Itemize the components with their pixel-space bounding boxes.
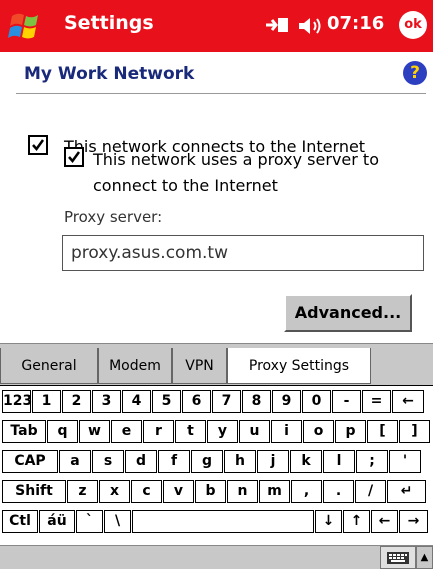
key-10-row2[interactable]: p <box>335 420 366 443</box>
key-5-row1[interactable]: 5 <box>152 390 181 413</box>
key-9-row4[interactable]: . <box>323 480 354 503</box>
key-9-row1[interactable]: 9 <box>272 390 301 413</box>
key-7-row3[interactable]: j <box>257 450 289 473</box>
proxy-checkbox-label[interactable]: This network uses a proxy server to conn… <box>93 147 413 199</box>
key-0-row1[interactable]: 123 <box>2 390 32 413</box>
key-3-row1[interactable]: 3 <box>92 390 121 413</box>
key-4-row2[interactable]: r <box>143 420 174 443</box>
proxy-server-input[interactable]: proxy.asus.com.tw <box>62 235 424 271</box>
key-7-row1[interactable]: 7 <box>212 390 241 413</box>
key-1-row3[interactable]: a <box>59 450 91 473</box>
tab-modem[interactable]: Modem <box>98 348 172 384</box>
key-5-row5[interactable]: ↓ <box>315 510 342 533</box>
title-bar: Settings 07:16 ok <box>0 0 433 52</box>
network-connectivity-icon[interactable] <box>262 12 292 38</box>
key-2-row2[interactable]: w <box>79 420 110 443</box>
key-8-row1[interactable]: 8 <box>242 390 271 413</box>
key-6-row2[interactable]: y <box>207 420 238 443</box>
key-3-row3[interactable]: d <box>125 450 157 473</box>
tab-vpn[interactable]: VPN <box>172 348 227 384</box>
proxy-checkbox[interactable] <box>64 147 84 167</box>
tab-general[interactable]: General <box>0 348 98 384</box>
key-4-row1[interactable]: 4 <box>122 390 151 413</box>
app-title: Settings <box>64 12 154 34</box>
menu-bar: ▲ <box>0 545 433 569</box>
key-13-row1[interactable]: ← <box>392 390 424 413</box>
soft-keyboard: 123 1 2 3 4 5 6 7 8 9 0- = ← Tab q w e r t y u i o p[] CAP a s d f g h… <box>0 385 433 546</box>
key-2-row3[interactable]: s <box>92 450 124 473</box>
tab-proxy-settings[interactable]: Proxy Settings <box>227 348 371 384</box>
space-key[interactable] <box>132 510 314 533</box>
page-header: My Work Network ? <box>0 52 433 92</box>
page-title: My Work Network <box>24 64 195 84</box>
tab-bar: General Modem VPN Proxy Settings <box>0 343 433 386</box>
key-5-row4[interactable]: b <box>195 480 226 503</box>
key-0-row4[interactable]: Shift <box>2 480 66 503</box>
key-0-row2[interactable]: Tab <box>2 420 46 443</box>
key-1-row2[interactable]: q <box>47 420 78 443</box>
key-1-row4[interactable]: z <box>67 480 98 503</box>
key-7-row2[interactable]: u <box>239 420 270 443</box>
key-0-row5[interactable]: Ctl <box>2 510 38 533</box>
key-2-row4[interactable]: x <box>99 480 130 503</box>
speaker-icon[interactable] <box>296 14 326 38</box>
help-icon[interactable]: ? <box>403 61 427 85</box>
key-1-row5[interactable]: áü <box>39 510 75 533</box>
key-10-row3[interactable]: ; <box>356 450 388 473</box>
input-selector-arrow-icon[interactable]: ▲ <box>416 546 433 569</box>
key-8-row4[interactable]: , <box>291 480 322 503</box>
key-6-row4[interactable]: n <box>227 480 258 503</box>
checkmark-icon <box>68 151 81 164</box>
header-divider <box>16 93 426 94</box>
clock-time[interactable]: 07:16 <box>327 13 384 34</box>
key-7-row5[interactable]: ← <box>371 510 398 533</box>
key-0-row3[interactable]: CAP <box>2 450 58 473</box>
key-4-row3[interactable]: f <box>158 450 190 473</box>
key-9-row3[interactable]: l <box>323 450 355 473</box>
key-6-row3[interactable]: h <box>224 450 256 473</box>
key-11-row2[interactable]: [ <box>367 420 398 443</box>
key-8-row2[interactable]: i <box>271 420 302 443</box>
key-3-row2[interactable]: e <box>111 420 142 443</box>
key-3-row5[interactable]: \ <box>104 510 131 533</box>
advanced-button[interactable]: Advanced... <box>284 294 412 332</box>
key-6-row5[interactable]: ↑ <box>343 510 370 533</box>
key-6-row1[interactable]: 6 <box>182 390 211 413</box>
key-5-row3[interactable]: g <box>191 450 223 473</box>
proxy-server-label: Proxy server: <box>64 208 163 226</box>
key-12-row1[interactable]: = <box>362 390 391 413</box>
key-12-row2[interactable]: ] <box>399 420 430 443</box>
key-11-row4[interactable]: ↵ <box>387 480 426 503</box>
key-4-row4[interactable]: v <box>163 480 194 503</box>
key-1-row1[interactable]: 1 <box>32 390 61 413</box>
key-9-row2[interactable]: o <box>303 420 334 443</box>
windows-start-icon[interactable] <box>6 10 46 42</box>
key-3-row4[interactable]: c <box>131 480 162 503</box>
key-8-row3[interactable]: k <box>290 450 322 473</box>
key-11-row1[interactable]: - <box>332 390 361 413</box>
key-8-row5[interactable]: → <box>399 510 428 533</box>
key-10-row1[interactable]: 0 <box>302 390 331 413</box>
key-2-row5[interactable]: ` <box>76 510 103 533</box>
internet-checkbox[interactable] <box>28 135 48 155</box>
key-2-row1[interactable]: 2 <box>62 390 91 413</box>
key-11-row3[interactable]: ' <box>389 450 421 473</box>
checkmark-icon <box>32 139 45 152</box>
key-10-row4[interactable]: / <box>355 480 386 503</box>
keyboard-icon[interactable] <box>380 546 416 569</box>
key-7-row4[interactable]: m <box>259 480 290 503</box>
ok-button[interactable]: ok <box>399 11 427 39</box>
key-5-row2[interactable]: t <box>175 420 206 443</box>
